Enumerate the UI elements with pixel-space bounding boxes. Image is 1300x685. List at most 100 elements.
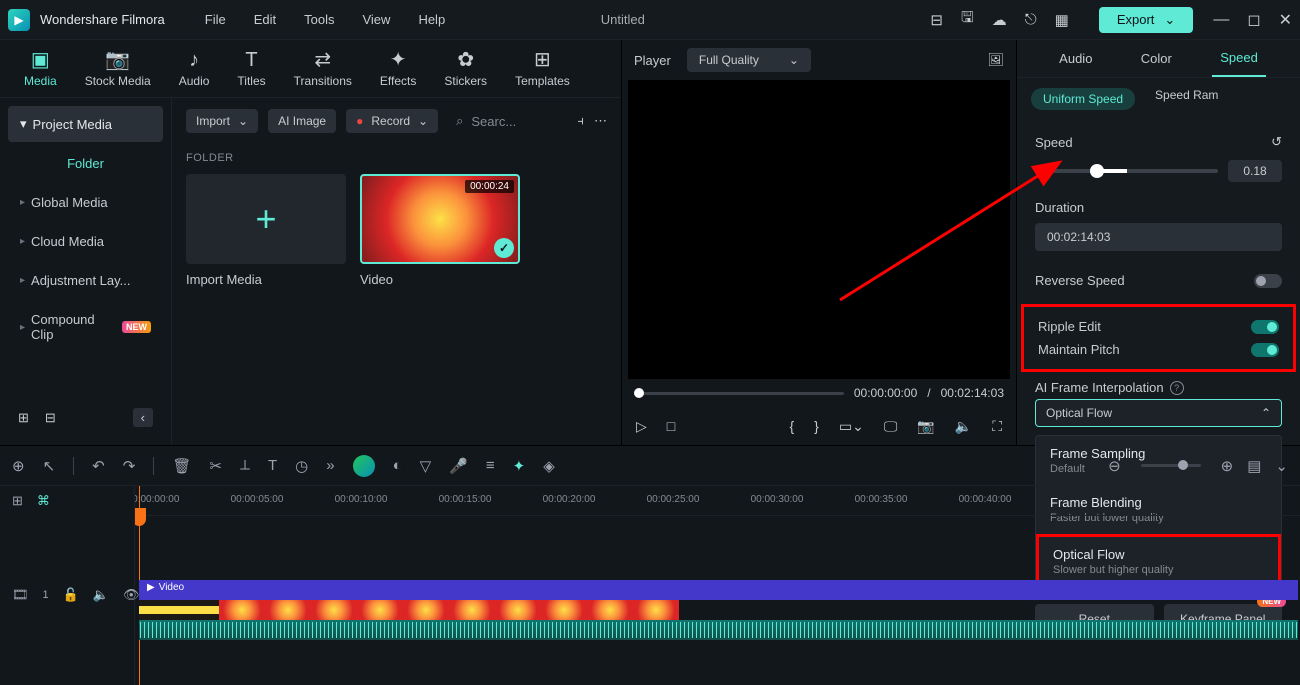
quality-select[interactable]: Full Quality⌄: [687, 48, 811, 72]
volume-icon[interactable]: 🔈: [955, 418, 972, 435]
mark-out-icon[interactable]: }: [814, 418, 819, 434]
tl-undo-icon[interactable]: ↶: [92, 457, 105, 475]
prop-tab-speed[interactable]: Speed: [1212, 40, 1266, 77]
prop-tab-audio[interactable]: Audio: [1051, 41, 1100, 76]
tl-more-icon[interactable]: »: [326, 457, 334, 474]
media-panel: ▣Media 📷Stock Media ♪Audio TTitles ⇄Tran…: [0, 40, 622, 445]
collapse-sidebar-button[interactable]: ‹: [133, 408, 153, 427]
tl-ai-icon[interactable]: [353, 455, 375, 477]
tl-delete-icon[interactable]: 🗑: [172, 457, 191, 475]
new-folder-icon[interactable]: ⊞: [18, 410, 29, 426]
tab-titles[interactable]: TTitles: [223, 50, 279, 88]
help-icon[interactable]: ?: [1170, 381, 1184, 395]
subtab-speed-ramp[interactable]: Speed Ram: [1155, 88, 1218, 110]
track-lock-icon[interactable]: 🔓: [63, 587, 79, 603]
tl-keyframe-icon[interactable]: ◈: [543, 457, 555, 475]
tl-cut-icon[interactable]: ✂: [209, 457, 222, 475]
display-icon[interactable]: 🖵: [884, 418, 898, 435]
tl-mic-icon[interactable]: 🎤: [449, 457, 468, 475]
track-film-icon[interactable]: 🎞: [12, 587, 29, 603]
sidebar-project-media[interactable]: ▾Project Media: [8, 106, 163, 142]
tl-crop-icon[interactable]: ⟂: [240, 457, 250, 474]
tab-audio[interactable]: ♪Audio: [165, 50, 224, 88]
tl-shield-icon[interactable]: ▽: [420, 457, 432, 475]
new-bin-icon[interactable]: ⊟: [45, 410, 56, 426]
ai-image-button[interactable]: AI Image: [268, 109, 336, 133]
speed-slider[interactable]: [1035, 169, 1218, 173]
record-button[interactable]: ●Record⌄: [346, 109, 438, 133]
menu-file[interactable]: File: [205, 12, 226, 27]
tab-stock-media[interactable]: 📷Stock Media: [71, 50, 165, 88]
stop-icon[interactable]: □: [667, 418, 675, 434]
reverse-speed-toggle[interactable]: [1254, 274, 1282, 288]
maximize-icon[interactable]: ◻: [1247, 10, 1260, 30]
templates-icon: ⊞: [534, 50, 551, 70]
play-icon[interactable]: ▷: [636, 418, 647, 435]
cloud-icon[interactable]: ☁: [992, 11, 1007, 29]
tab-templates[interactable]: ⊞Templates: [501, 50, 584, 88]
import-media-drop[interactable]: +: [186, 174, 346, 264]
tl-cursor-icon[interactable]: ↖: [43, 457, 56, 475]
clip-name: Video: [360, 272, 520, 287]
menu-edit[interactable]: Edit: [254, 12, 276, 27]
grid-icon[interactable]: ▦: [1055, 11, 1069, 29]
sidebar-global-media[interactable]: ▸Global Media: [8, 185, 163, 220]
more-icon[interactable]: ⋯: [594, 113, 607, 129]
fullscreen-icon[interactable]: ⛶: [992, 418, 1002, 435]
timeline-ruler[interactable]: 00:00:00:00 00:00:05:00 00:00:10:00 00:0…: [135, 486, 1300, 516]
sidebar-compound-clip[interactable]: ▸Compound ClipNEW: [8, 302, 163, 352]
duration-input[interactable]: 00:02:14:03: [1035, 223, 1282, 251]
tl-text-icon[interactable]: T: [268, 457, 277, 474]
sidebar-cloud-media[interactable]: ▸Cloud Media: [8, 224, 163, 259]
tl-audio-icon[interactable]: ≡: [486, 457, 495, 474]
track-mute-icon[interactable]: 🔈: [93, 587, 109, 603]
maintain-pitch-toggle[interactable]: [1251, 343, 1279, 357]
headset-icon[interactable]: ⎋: [1025, 11, 1037, 28]
reset-speed-icon[interactable]: ↺: [1271, 134, 1282, 150]
speed-value[interactable]: 0.18: [1228, 160, 1282, 182]
filter-icon[interactable]: ⫞: [578, 113, 585, 129]
preview-scrubber[interactable]: [634, 392, 844, 395]
sidebar-folder[interactable]: Folder: [8, 146, 163, 181]
tl-zoom-slider[interactable]: [1141, 464, 1201, 467]
video-clip[interactable]: ▶Video: [139, 580, 1298, 600]
chevron-down-icon: ⌄: [238, 114, 248, 128]
media-clip-video[interactable]: 00:00:24 ✓: [360, 174, 520, 264]
tab-effects[interactable]: ✦Effects: [366, 50, 430, 88]
tab-media[interactable]: ▣Media: [10, 50, 71, 88]
tl-view-icon[interactable]: ▤: [1247, 457, 1261, 475]
tab-transitions[interactable]: ⇄Transitions: [280, 50, 366, 88]
screen-icon[interactable]: ⊟: [930, 11, 943, 29]
subtab-uniform-speed[interactable]: Uniform Speed: [1031, 88, 1135, 110]
ripple-edit-toggle[interactable]: [1251, 320, 1279, 334]
tl-marker-icon[interactable]: ✦: [513, 457, 526, 475]
prop-tab-color[interactable]: Color: [1133, 41, 1180, 76]
aspect-icon[interactable]: ▭⌄: [839, 418, 864, 435]
preview-canvas[interactable]: [628, 80, 1010, 379]
save-icon[interactable]: 🖫: [961, 7, 974, 32]
tl-zoom-out-icon[interactable]: ⊖: [1108, 457, 1121, 475]
mark-in-icon[interactable]: {: [789, 418, 794, 434]
search-input[interactable]: ⌕Searc...: [448, 108, 567, 134]
video-track-1[interactable]: ▶Video: [135, 580, 1300, 640]
ripple-edit-label: Ripple Edit: [1038, 319, 1101, 334]
snapshot-icon[interactable]: 🖼: [987, 52, 1004, 68]
export-button[interactable]: Export ⌄: [1099, 7, 1193, 33]
sidebar-adjustment-layer[interactable]: ▸Adjustment Lay...: [8, 263, 163, 298]
tab-stickers[interactable]: ✿Stickers: [430, 50, 501, 88]
minimize-icon[interactable]: —: [1213, 11, 1229, 29]
tl-add-icon[interactable]: ⊕: [12, 457, 25, 475]
import-button[interactable]: Import⌄: [186, 109, 258, 133]
close-icon[interactable]: ✕: [1279, 10, 1292, 30]
timeline-tracks[interactable]: 00:00:00:00 00:00:05:00 00:00:10:00 00:0…: [135, 486, 1300, 685]
tl-speed-icon[interactable]: ◷: [295, 457, 308, 475]
tl-redo-icon[interactable]: ↷: [123, 457, 136, 475]
tl-color-icon[interactable]: ◐: [393, 457, 402, 474]
audio-waveform[interactable]: [139, 620, 1298, 640]
interpolation-dropdown[interactable]: Optical Flow ⌃: [1035, 399, 1282, 427]
tl-tracks-icon[interactable]: ⊞: [12, 493, 23, 509]
camera-icon[interactable]: 📷: [917, 418, 934, 435]
tl-link-icon[interactable]: ⌘: [37, 493, 50, 509]
tl-view-dropdown-icon[interactable]: ⌄: [1275, 457, 1288, 475]
tl-zoom-in-icon[interactable]: ⊕: [1221, 457, 1234, 475]
